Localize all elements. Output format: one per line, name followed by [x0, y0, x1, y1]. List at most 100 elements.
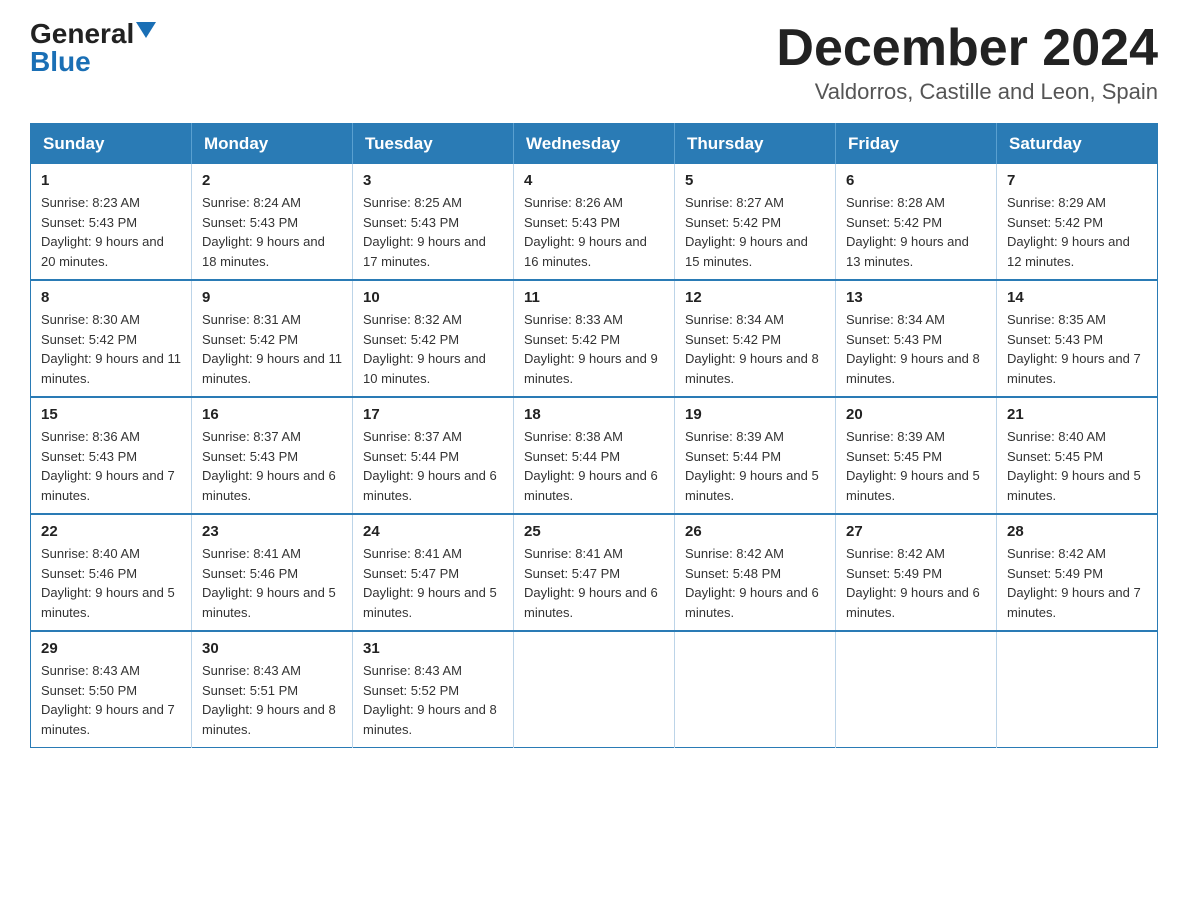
day-info: Sunrise: 8:43 AM Sunset: 5:52 PM Dayligh…	[363, 661, 503, 739]
calendar-week-row: 8 Sunrise: 8:30 AM Sunset: 5:42 PM Dayli…	[31, 280, 1158, 397]
table-row: 15 Sunrise: 8:36 AM Sunset: 5:43 PM Dayl…	[31, 397, 192, 514]
day-number: 8	[41, 289, 181, 306]
table-row: 27 Sunrise: 8:42 AM Sunset: 5:49 PM Dayl…	[836, 514, 997, 631]
table-row: 2 Sunrise: 8:24 AM Sunset: 5:43 PM Dayli…	[192, 164, 353, 280]
table-row: 6 Sunrise: 8:28 AM Sunset: 5:42 PM Dayli…	[836, 164, 997, 280]
table-row: 31 Sunrise: 8:43 AM Sunset: 5:52 PM Dayl…	[353, 631, 514, 748]
day-info: Sunrise: 8:23 AM Sunset: 5:43 PM Dayligh…	[41, 193, 181, 271]
day-info: Sunrise: 8:42 AM Sunset: 5:48 PM Dayligh…	[685, 544, 825, 622]
day-number: 5	[685, 172, 825, 189]
day-info: Sunrise: 8:31 AM Sunset: 5:42 PM Dayligh…	[202, 310, 342, 388]
logo-general-text: General	[30, 20, 134, 48]
table-row: 26 Sunrise: 8:42 AM Sunset: 5:48 PM Dayl…	[675, 514, 836, 631]
day-number: 29	[41, 640, 181, 657]
table-row: 9 Sunrise: 8:31 AM Sunset: 5:42 PM Dayli…	[192, 280, 353, 397]
table-row	[675, 631, 836, 748]
day-info: Sunrise: 8:35 AM Sunset: 5:43 PM Dayligh…	[1007, 310, 1147, 388]
table-row	[514, 631, 675, 748]
day-number: 22	[41, 523, 181, 540]
day-info: Sunrise: 8:43 AM Sunset: 5:50 PM Dayligh…	[41, 661, 181, 739]
table-row: 8 Sunrise: 8:30 AM Sunset: 5:42 PM Dayli…	[31, 280, 192, 397]
table-row: 16 Sunrise: 8:37 AM Sunset: 5:43 PM Dayl…	[192, 397, 353, 514]
table-row: 17 Sunrise: 8:37 AM Sunset: 5:44 PM Dayl…	[353, 397, 514, 514]
header-sunday: Sunday	[31, 124, 192, 165]
logo-triangle-icon	[136, 22, 156, 38]
table-row: 7 Sunrise: 8:29 AM Sunset: 5:42 PM Dayli…	[997, 164, 1158, 280]
day-info: Sunrise: 8:36 AM Sunset: 5:43 PM Dayligh…	[41, 427, 181, 505]
day-number: 12	[685, 289, 825, 306]
day-number: 31	[363, 640, 503, 657]
day-number: 23	[202, 523, 342, 540]
day-number: 20	[846, 406, 986, 423]
day-number: 14	[1007, 289, 1147, 306]
day-number: 17	[363, 406, 503, 423]
day-info: Sunrise: 8:33 AM Sunset: 5:42 PM Dayligh…	[524, 310, 664, 388]
table-row: 14 Sunrise: 8:35 AM Sunset: 5:43 PM Dayl…	[997, 280, 1158, 397]
table-row: 25 Sunrise: 8:41 AM Sunset: 5:47 PM Dayl…	[514, 514, 675, 631]
day-info: Sunrise: 8:41 AM Sunset: 5:47 PM Dayligh…	[363, 544, 503, 622]
day-info: Sunrise: 8:34 AM Sunset: 5:42 PM Dayligh…	[685, 310, 825, 388]
table-row: 10 Sunrise: 8:32 AM Sunset: 5:42 PM Dayl…	[353, 280, 514, 397]
day-info: Sunrise: 8:38 AM Sunset: 5:44 PM Dayligh…	[524, 427, 664, 505]
header-monday: Monday	[192, 124, 353, 165]
logo: General Blue	[30, 20, 156, 76]
day-info: Sunrise: 8:28 AM Sunset: 5:42 PM Dayligh…	[846, 193, 986, 271]
table-row: 24 Sunrise: 8:41 AM Sunset: 5:47 PM Dayl…	[353, 514, 514, 631]
day-info: Sunrise: 8:25 AM Sunset: 5:43 PM Dayligh…	[363, 193, 503, 271]
day-number: 24	[363, 523, 503, 540]
day-info: Sunrise: 8:37 AM Sunset: 5:44 PM Dayligh…	[363, 427, 503, 505]
day-info: Sunrise: 8:24 AM Sunset: 5:43 PM Dayligh…	[202, 193, 342, 271]
day-info: Sunrise: 8:42 AM Sunset: 5:49 PM Dayligh…	[846, 544, 986, 622]
day-number: 13	[846, 289, 986, 306]
day-number: 15	[41, 406, 181, 423]
day-number: 11	[524, 289, 664, 306]
day-number: 9	[202, 289, 342, 306]
table-row: 19 Sunrise: 8:39 AM Sunset: 5:44 PM Dayl…	[675, 397, 836, 514]
table-row: 11 Sunrise: 8:33 AM Sunset: 5:42 PM Dayl…	[514, 280, 675, 397]
header-thursday: Thursday	[675, 124, 836, 165]
day-number: 18	[524, 406, 664, 423]
day-number: 26	[685, 523, 825, 540]
day-info: Sunrise: 8:29 AM Sunset: 5:42 PM Dayligh…	[1007, 193, 1147, 271]
day-info: Sunrise: 8:39 AM Sunset: 5:44 PM Dayligh…	[685, 427, 825, 505]
page-header: General Blue December 2024 Valdorros, Ca…	[30, 20, 1158, 105]
day-info: Sunrise: 8:40 AM Sunset: 5:46 PM Dayligh…	[41, 544, 181, 622]
day-number: 28	[1007, 523, 1147, 540]
day-number: 6	[846, 172, 986, 189]
day-info: Sunrise: 8:32 AM Sunset: 5:42 PM Dayligh…	[363, 310, 503, 388]
calendar-table: Sunday Monday Tuesday Wednesday Thursday…	[30, 123, 1158, 748]
calendar-header-row: Sunday Monday Tuesday Wednesday Thursday…	[31, 124, 1158, 165]
table-row: 29 Sunrise: 8:43 AM Sunset: 5:50 PM Dayl…	[31, 631, 192, 748]
table-row: 13 Sunrise: 8:34 AM Sunset: 5:43 PM Dayl…	[836, 280, 997, 397]
table-row: 21 Sunrise: 8:40 AM Sunset: 5:45 PM Dayl…	[997, 397, 1158, 514]
day-number: 30	[202, 640, 342, 657]
day-number: 3	[363, 172, 503, 189]
day-info: Sunrise: 8:43 AM Sunset: 5:51 PM Dayligh…	[202, 661, 342, 739]
day-info: Sunrise: 8:41 AM Sunset: 5:47 PM Dayligh…	[524, 544, 664, 622]
day-info: Sunrise: 8:30 AM Sunset: 5:42 PM Dayligh…	[41, 310, 181, 388]
table-row: 22 Sunrise: 8:40 AM Sunset: 5:46 PM Dayl…	[31, 514, 192, 631]
table-row: 20 Sunrise: 8:39 AM Sunset: 5:45 PM Dayl…	[836, 397, 997, 514]
calendar-location: Valdorros, Castille and Leon, Spain	[776, 79, 1158, 105]
calendar-week-row: 1 Sunrise: 8:23 AM Sunset: 5:43 PM Dayli…	[31, 164, 1158, 280]
calendar-week-row: 22 Sunrise: 8:40 AM Sunset: 5:46 PM Dayl…	[31, 514, 1158, 631]
table-row: 18 Sunrise: 8:38 AM Sunset: 5:44 PM Dayl…	[514, 397, 675, 514]
day-number: 1	[41, 172, 181, 189]
day-number: 19	[685, 406, 825, 423]
table-row: 12 Sunrise: 8:34 AM Sunset: 5:42 PM Dayl…	[675, 280, 836, 397]
header-saturday: Saturday	[997, 124, 1158, 165]
calendar-title: December 2024	[776, 20, 1158, 77]
day-number: 27	[846, 523, 986, 540]
day-info: Sunrise: 8:34 AM Sunset: 5:43 PM Dayligh…	[846, 310, 986, 388]
table-row: 3 Sunrise: 8:25 AM Sunset: 5:43 PM Dayli…	[353, 164, 514, 280]
table-row: 23 Sunrise: 8:41 AM Sunset: 5:46 PM Dayl…	[192, 514, 353, 631]
table-row: 30 Sunrise: 8:43 AM Sunset: 5:51 PM Dayl…	[192, 631, 353, 748]
logo-blue-text: Blue	[30, 48, 91, 76]
day-info: Sunrise: 8:37 AM Sunset: 5:43 PM Dayligh…	[202, 427, 342, 505]
day-number: 16	[202, 406, 342, 423]
table-row: 1 Sunrise: 8:23 AM Sunset: 5:43 PM Dayli…	[31, 164, 192, 280]
table-row: 4 Sunrise: 8:26 AM Sunset: 5:43 PM Dayli…	[514, 164, 675, 280]
calendar-week-row: 15 Sunrise: 8:36 AM Sunset: 5:43 PM Dayl…	[31, 397, 1158, 514]
table-row: 28 Sunrise: 8:42 AM Sunset: 5:49 PM Dayl…	[997, 514, 1158, 631]
table-row	[836, 631, 997, 748]
